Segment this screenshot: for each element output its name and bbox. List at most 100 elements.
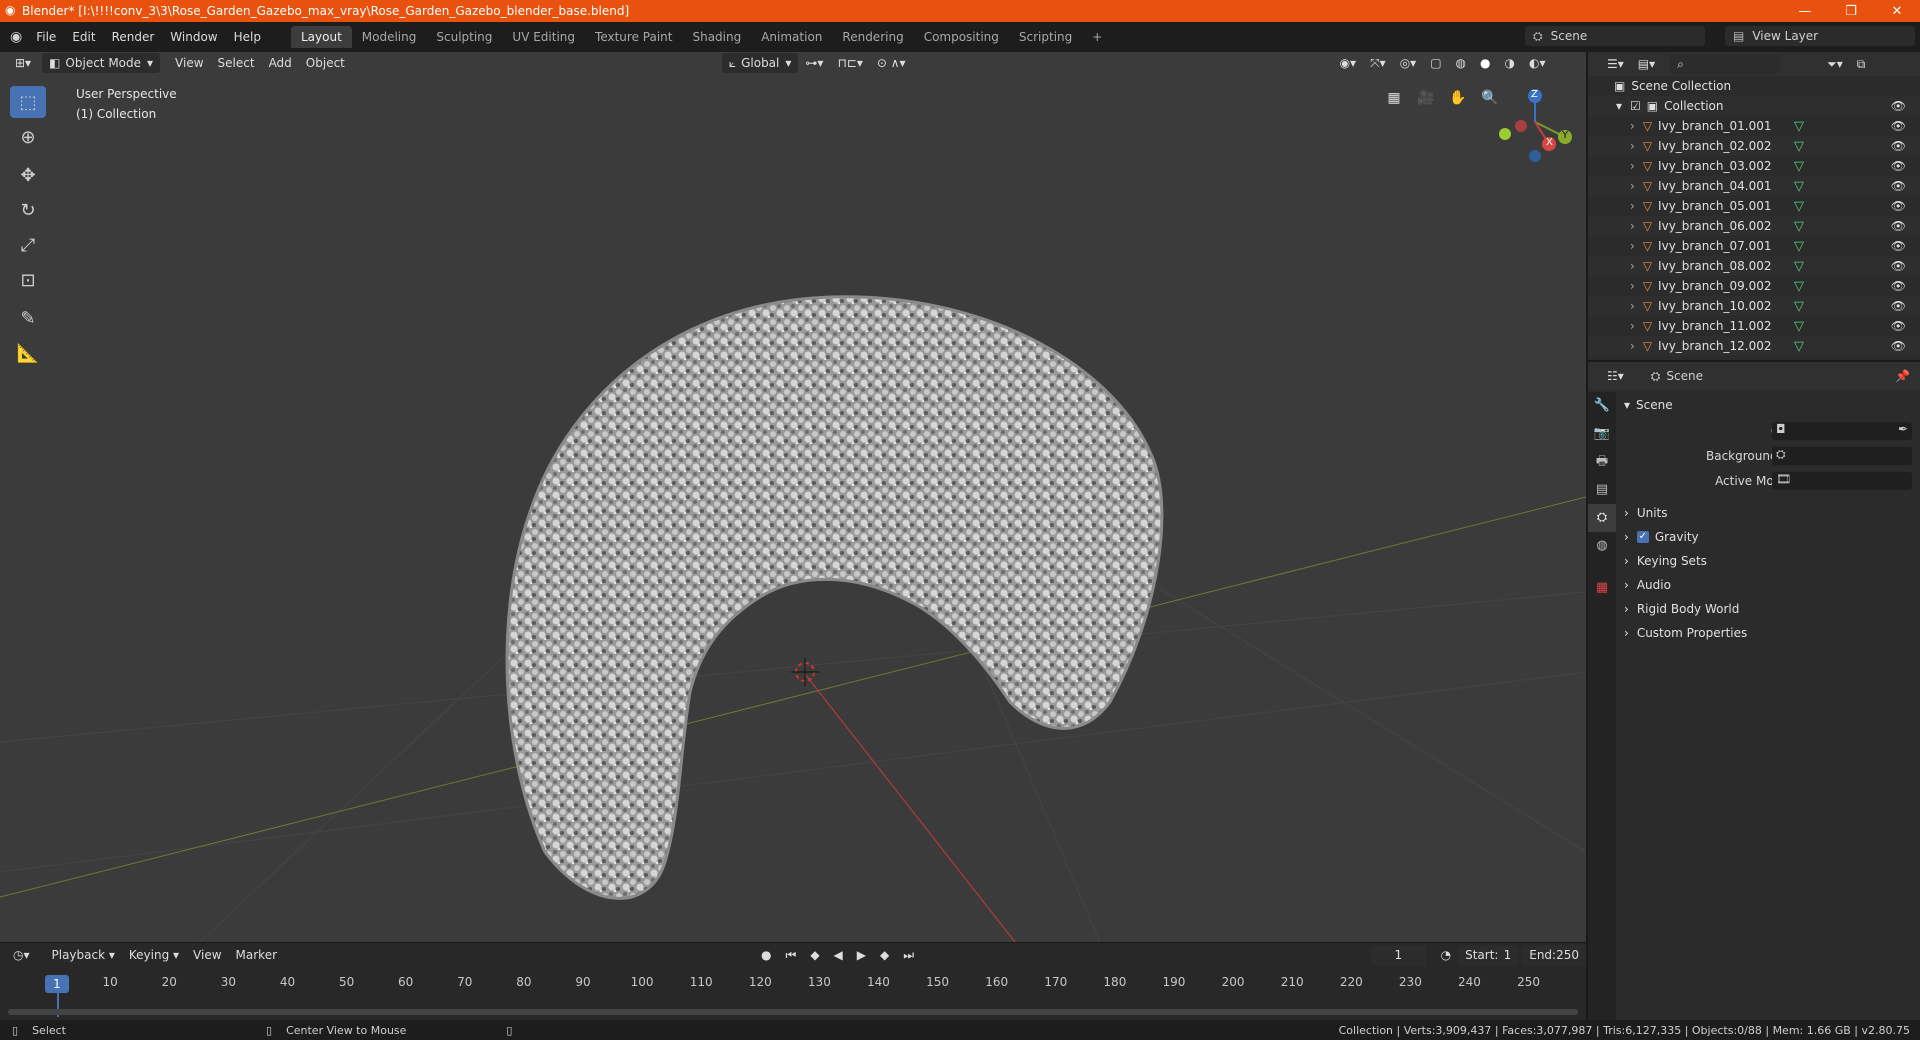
mesh-data-icon[interactable]: ▽ [1794,239,1804,254]
expand-icon[interactable]: › [1630,139,1635,153]
outliner-item[interactable]: › ▽ Ivy_branch_10.002 ▽ 👁 [1588,296,1920,316]
eye-icon[interactable]: 👁 [1891,239,1906,253]
mesh-data-icon[interactable]: ▽ [1794,319,1804,334]
output-tab-icon[interactable]: 🖶 [1588,448,1616,476]
expand-icon[interactable]: › [1630,179,1635,193]
scene-tab-icon[interactable]: ⛭ [1588,504,1616,532]
gizmo-x-label[interactable]: X [1546,137,1553,148]
expand-icon[interactable]: › [1630,199,1635,213]
overlay-toggle-icon[interactable]: ◎▾ [1393,53,1424,73]
display-mode-icon[interactable]: ▤▾ [1631,54,1662,74]
properties-editor-type-icon[interactable]: ☷▾ [1600,366,1631,386]
xray-icon[interactable]: ▢ [1423,53,1448,73]
scene-selector[interactable]: ⛭ Scene [1525,26,1705,46]
cursor-tool-icon[interactable]: ⊕ [10,121,46,153]
new-collection-icon[interactable]: ⧉ [1850,54,1873,74]
outliner-search-input[interactable]: ⌕ [1670,54,1781,74]
units-panel-header[interactable]: › Units [1624,506,1668,520]
mesh-data-icon[interactable]: ▽ [1794,139,1804,154]
eye-icon[interactable]: 👁 [1891,159,1906,173]
current-frame-indicator[interactable]: 1 [45,975,69,993]
gizmo-z-label[interactable]: Z [1531,89,1538,100]
mesh-data-icon[interactable]: ▽ [1794,339,1804,354]
shading-wireframe-icon[interactable]: ◍ [1449,53,1473,73]
expand-icon[interactable]: › [1630,159,1635,173]
timeline-editor-type-icon[interactable]: ◷▾ [6,945,37,965]
gravity-checkbox[interactable]: ✓ [1636,531,1649,543]
add-workspace-button[interactable]: + [1082,26,1112,48]
outliner-item[interactable]: › ▽ Ivy_branch_11.002 ▽ 👁 [1588,316,1920,336]
zoom-icon[interactable]: 🔍 [1478,86,1502,110]
tab-animation[interactable]: Animation [751,26,832,48]
menu-window[interactable]: Window [162,30,225,44]
checkbox-icon[interactable]: ☑ [1630,99,1641,113]
eye-icon[interactable]: 👁 [1891,219,1906,233]
jump-end-icon[interactable]: ⏭ [896,945,921,965]
outliner-item[interactable]: › ▽ Ivy_branch_02.002 ▽ 👁 [1588,136,1920,156]
play-icon[interactable]: ▶ [850,945,873,965]
current-frame-field[interactable]: 1 [1371,945,1426,965]
background-scene-field[interactable]: ⛭ [1772,447,1912,465]
outliner-item[interactable]: › ▽ Ivy_branch_12.002 ▽ 👁 [1588,336,1920,356]
rotate-tool-icon[interactable]: ↻ [10,194,46,226]
camera-view-icon[interactable]: 🎥 [1414,86,1438,110]
menu-file[interactable]: File [28,30,64,44]
transform-tool-icon[interactable]: ⊡ [10,264,46,296]
measure-tool-icon[interactable]: 📐 [10,337,46,369]
menu-view[interactable]: View [168,53,210,73]
menu-add[interactable]: Add [262,53,299,73]
tab-shading[interactable]: Shading [682,26,751,48]
menu-object[interactable]: Object [299,53,352,73]
expand-icon[interactable]: › [1630,119,1635,133]
expand-icon[interactable]: ▾ [1616,99,1622,113]
tab-sculpting[interactable]: Sculpting [426,26,502,48]
eye-icon[interactable]: 👁 [1891,179,1906,193]
mesh-data-icon[interactable]: ▽ [1794,159,1804,174]
texture-tab-icon[interactable]: ▦ [1588,574,1616,602]
expand-icon[interactable]: › [1630,279,1635,293]
audio-panel-header[interactable]: › Audio [1624,578,1671,592]
timeline-scrollbar[interactable] [8,1009,1578,1015]
shading-rendered-icon[interactable]: ◐▾ [1522,53,1553,73]
maximize-button[interactable]: ❐ [1828,0,1874,22]
menu-help[interactable]: Help [226,30,269,44]
outliner-item[interactable]: › ▽ Ivy_branch_04.001 ▽ 👁 [1588,176,1920,196]
menu-render[interactable]: Render [104,30,163,44]
outliner-item[interactable]: › ▽ Ivy_branch_01.001 ▽ 👁 [1588,116,1920,136]
mesh-data-icon[interactable]: ▽ [1794,259,1804,274]
move-tool-icon[interactable]: ✥ [10,159,46,191]
menu-timeline-view[interactable]: View [186,945,228,965]
close-button[interactable]: ✕ [1874,0,1920,22]
3d-viewport[interactable]: Z Y X ⊞▾ ◧ Object Mode ▾ View Select Add… [0,52,1586,942]
custom-properties-panel-header[interactable]: › Custom Properties [1624,626,1747,640]
mode-selector[interactable]: ◧ Object Mode ▾ [42,53,161,73]
tab-uv-editing[interactable]: UV Editing [502,26,585,48]
annotate-tool-icon[interactable]: ✎ [10,302,46,334]
expand-icon[interactable]: › [1630,219,1635,233]
mesh-data-icon[interactable]: ▽ [1794,219,1804,234]
stopwatch-icon[interactable]: ◔ [1434,945,1458,965]
expand-icon[interactable]: › [1630,339,1635,353]
menu-playback[interactable]: Playback ▾ [45,945,122,965]
outliner-item[interactable]: › ▽ Ivy_branch_08.002 ▽ 👁 [1588,256,1920,276]
tab-modeling[interactable]: Modeling [352,26,427,48]
outliner-item[interactable]: › ▽ Ivy_branch_06.002 ▽ 👁 [1588,216,1920,236]
mesh-data-icon[interactable]: ▽ [1794,179,1804,194]
timeline-editor[interactable]: ◷▾ Playback ▾ Keying ▾ View Marker ● ⏮ ◆… [0,942,1586,1020]
next-keyframe-icon[interactable]: ◆ [873,945,896,965]
editor-type-icon[interactable]: ⊞▾ [8,53,38,73]
outliner-item[interactable]: › ▽ Ivy_branch_07.001 ▽ 👁 [1588,236,1920,256]
eye-icon[interactable]: 👁 [1891,339,1906,353]
eyedropper-icon[interactable]: ✒ [1898,422,1908,436]
record-button[interactable]: ● [754,945,778,965]
proportional-edit-icon[interactable]: ⊙ ∧▾ [870,53,913,73]
eye-icon[interactable]: 👁 [1891,259,1906,273]
filter-icon[interactable]: ⏷▾ [1820,54,1850,74]
keying-sets-panel-header[interactable]: › Keying Sets [1624,554,1707,568]
outliner-editor-type-icon[interactable]: ☰▾ [1600,54,1631,74]
collection-row[interactable]: ▾ ☑ ▣ Collection 👁 [1588,96,1920,116]
outliner-item[interactable]: › ▽ Ivy_branch_09.002 ▽ 👁 [1588,276,1920,296]
eye-icon[interactable]: 👁 [1891,319,1906,333]
world-tab-icon[interactable]: ◍ [1588,532,1616,560]
end-frame-field[interactable]: End: 250 [1522,945,1586,965]
